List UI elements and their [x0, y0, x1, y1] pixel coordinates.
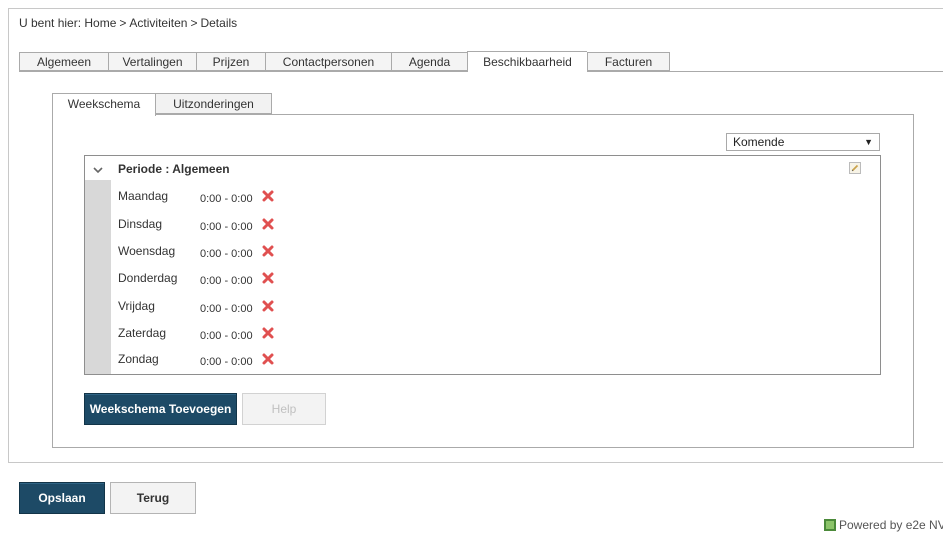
- tab-vertalingen[interactable]: Vertalingen: [108, 52, 196, 71]
- breadcrumb: U bent hier: Home > Activiteiten > Details: [19, 16, 237, 30]
- day-row-donderdag: Donderdag 0:00 - 0:00: [118, 271, 318, 291]
- close-x-icon[interactable]: [260, 270, 276, 286]
- day-row-zondag: Zondag 0:00 - 0:00: [118, 352, 318, 372]
- tab-agenda[interactable]: Agenda: [391, 52, 467, 71]
- day-time-range: 0:00 - 0:00: [200, 356, 253, 368]
- back-button[interactable]: Terug: [110, 482, 196, 514]
- edit-pencil-icon[interactable]: [849, 162, 861, 174]
- close-x-icon[interactable]: [260, 216, 276, 232]
- help-button[interactable]: Help: [242, 393, 326, 425]
- day-row-zaterdag: Zaterdag 0:00 - 0:00: [118, 326, 318, 346]
- close-x-icon[interactable]: [260, 351, 276, 367]
- save-button[interactable]: Opslaan: [19, 482, 105, 514]
- day-label: Maandag: [118, 189, 169, 203]
- dropdown-arrow-icon: ▼: [864, 137, 873, 147]
- day-time-range: 0:00 - 0:00: [200, 193, 253, 205]
- main-tabs: Algemeen Vertalingen Prijzen Contactpers…: [19, 51, 670, 72]
- close-x-icon[interactable]: [260, 243, 276, 259]
- day-label: Woensdag: [118, 244, 176, 258]
- day-row-dinsdag: Dinsdag 0:00 - 0:00: [118, 217, 318, 237]
- powered-by-text: Powered by e2e NV: [839, 518, 943, 532]
- day-row-woensdag: Woensdag 0:00 - 0:00: [118, 244, 318, 264]
- sub-tabs: Weekschema Uitzonderingen: [52, 93, 272, 116]
- day-time-range: 0:00 - 0:00: [200, 303, 253, 315]
- tab-facturen[interactable]: Facturen: [587, 52, 670, 71]
- day-label: Vrijdag: [118, 299, 155, 313]
- day-time-range: 0:00 - 0:00: [200, 275, 253, 287]
- breadcrumb-separator: >: [119, 16, 127, 30]
- close-x-icon[interactable]: [260, 298, 276, 314]
- tab-prijzen[interactable]: Prijzen: [196, 52, 265, 71]
- day-label: Donderdag: [118, 271, 178, 285]
- breadcrumb-home[interactable]: Home: [84, 16, 116, 30]
- tab-beschikbaarheid[interactable]: Beschikbaarheid: [467, 51, 587, 72]
- day-row-maandag: Maandag 0:00 - 0:00: [118, 189, 318, 209]
- day-label: Dinsdag: [118, 217, 163, 231]
- tab-uitzonderingen[interactable]: Uitzonderingen: [156, 93, 272, 114]
- tab-algemeen[interactable]: Algemeen: [19, 52, 108, 71]
- day-row-vrijdag: Vrijdag 0:00 - 0:00: [118, 299, 318, 319]
- schedule-gutter: [85, 180, 111, 374]
- breadcrumb-prefix: U bent hier:: [19, 16, 82, 30]
- day-time-range: 0:00 - 0:00: [200, 330, 253, 342]
- close-x-icon[interactable]: [260, 325, 276, 341]
- e2e-logo-icon: [824, 519, 836, 531]
- day-label: Zaterdag: [118, 326, 167, 340]
- tab-contactpersonen[interactable]: Contactpersonen: [265, 52, 391, 71]
- close-x-icon[interactable]: [260, 188, 276, 204]
- breadcrumb-activiteiten[interactable]: Activiteiten: [129, 16, 187, 30]
- add-weekschema-button[interactable]: Weekschema Toevoegen: [84, 393, 237, 425]
- chevron-down-icon[interactable]: [91, 163, 105, 177]
- breadcrumb-details: Details: [200, 16, 238, 30]
- tab-weekschema[interactable]: Weekschema: [52, 93, 156, 116]
- day-label: Zondag: [118, 352, 159, 366]
- breadcrumb-separator: >: [190, 16, 198, 30]
- day-time-range: 0:00 - 0:00: [200, 248, 253, 260]
- day-time-range: 0:00 - 0:00: [200, 221, 253, 233]
- powered-by: Powered by e2e NV: [824, 518, 943, 532]
- period-title: Periode : Algemeen: [118, 162, 230, 176]
- period-filter-select[interactable]: Komende ▼: [726, 133, 880, 151]
- period-filter-value: Komende: [733, 135, 785, 149]
